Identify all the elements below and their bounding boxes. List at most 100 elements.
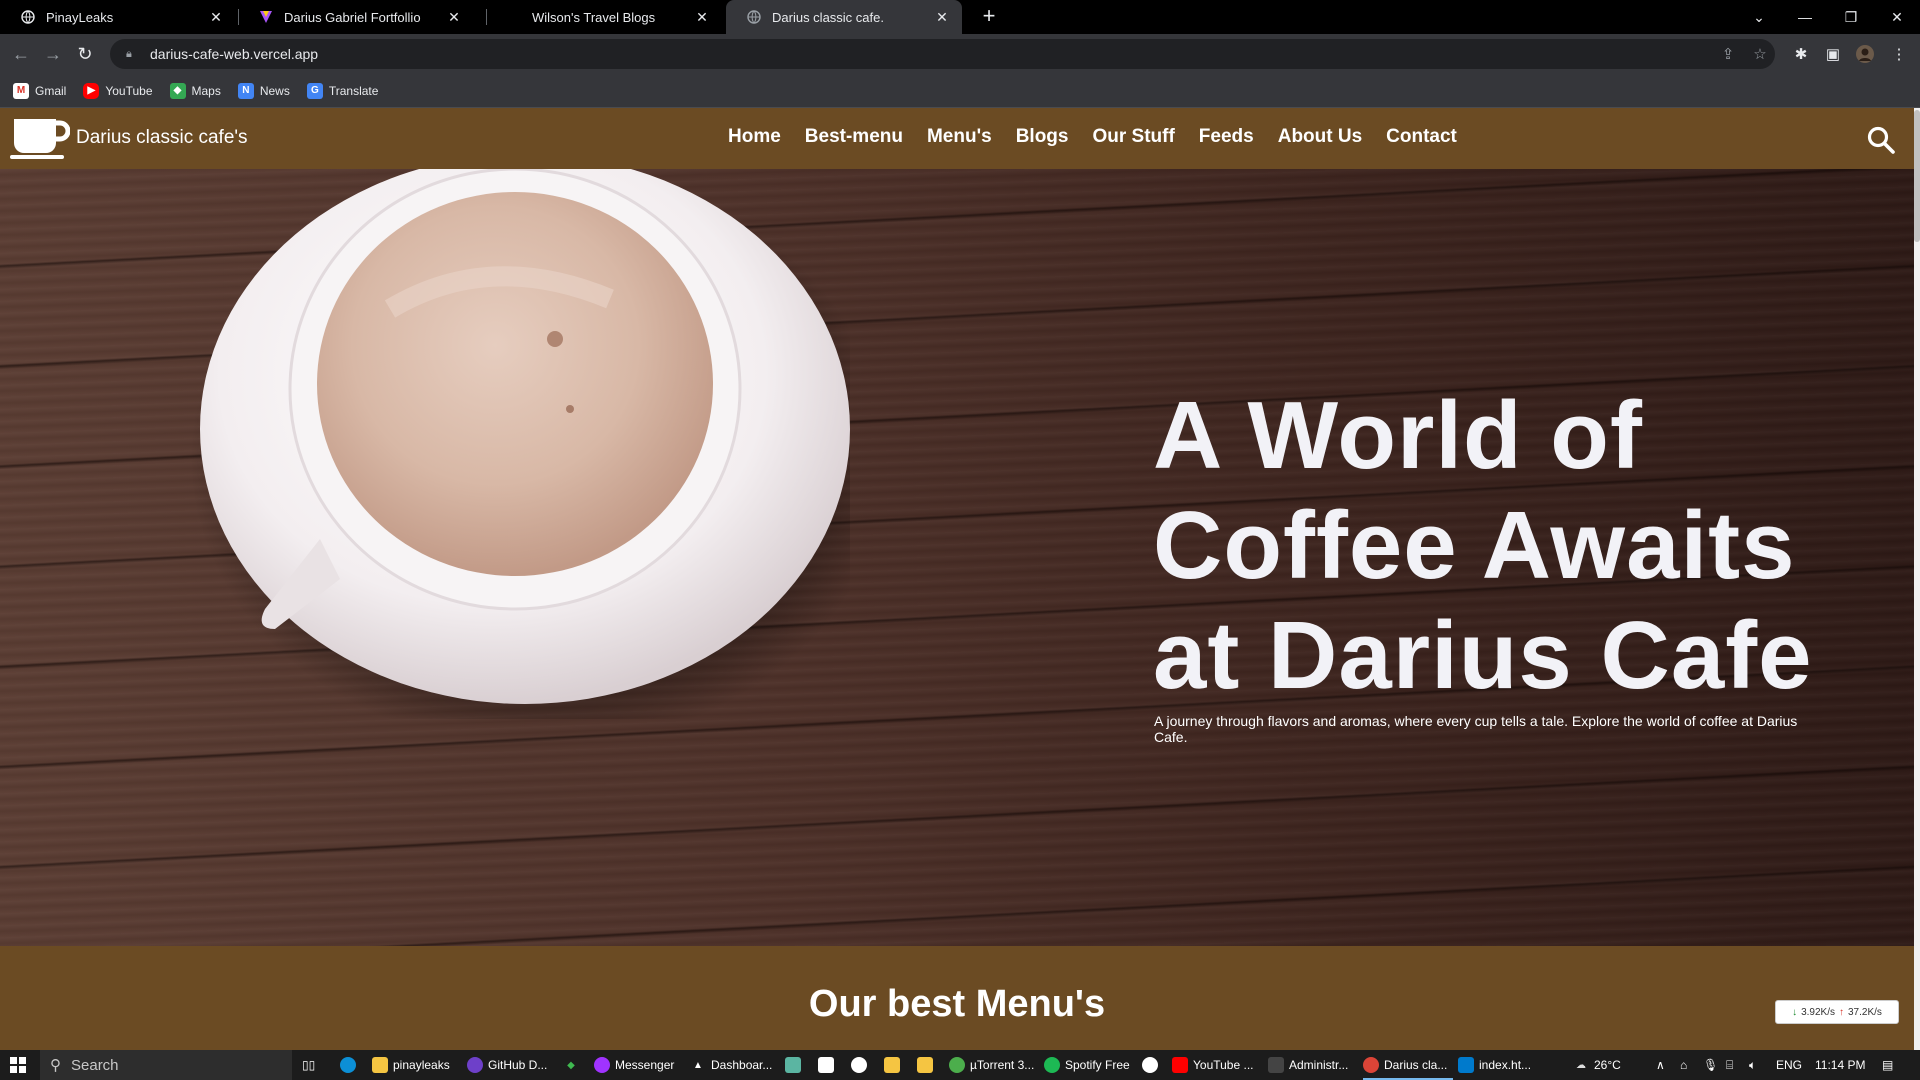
nav-contact[interactable]: Contact xyxy=(1386,126,1457,148)
taskbar-search[interactable]: ⚲ Search xyxy=(40,1050,292,1080)
close-window-icon[interactable]: ✕ xyxy=(1874,0,1920,34)
file-icon[interactable] xyxy=(917,1050,938,1080)
minimize-icon[interactable]: — xyxy=(1782,0,1828,34)
close-icon[interactable]: ✕ xyxy=(934,9,950,26)
taskbar-label: YouTube ... xyxy=(1193,1058,1254,1072)
taskbar-item-dashboard[interactable]: ▲ Dashboar... xyxy=(690,1050,772,1080)
nav-blogs[interactable]: Blogs xyxy=(1016,126,1069,148)
download-speed: 3.92K/s xyxy=(1801,1006,1835,1018)
bookmark-youtube[interactable]: ▶ YouTube xyxy=(83,82,153,99)
close-icon[interactable]: ✕ xyxy=(694,9,710,26)
back-icon[interactable]: ← xyxy=(7,40,35,68)
messenger-icon xyxy=(594,1057,610,1073)
web-page: Darius classic cafe's Home Best-menu Men… xyxy=(0,108,1914,1050)
maps-icon: ◆ xyxy=(169,82,186,99)
globe-icon xyxy=(746,9,762,25)
bookmark-translate[interactable]: G Translate xyxy=(306,82,378,99)
tab-title: Darius Gabriel Fortfollio xyxy=(284,9,421,25)
task-view-icon[interactable]: ▯▯ xyxy=(302,1050,315,1080)
file-icon[interactable] xyxy=(884,1050,905,1080)
tab-portfolio[interactable]: Darius Gabriel Fortfollio ✕ xyxy=(238,0,474,34)
weather-widget[interactable]: ☁ 26°C xyxy=(1573,1050,1621,1080)
hero-title-line: at Darius Cafe xyxy=(1153,602,1813,709)
bookmarks-bar: M Gmail ▶ YouTube ◆ Maps N News G Transl… xyxy=(0,74,1920,108)
taskbar-item-pinayleaks[interactable]: pinayleaks xyxy=(372,1050,450,1080)
github-icon[interactable] xyxy=(851,1050,872,1080)
nav-menus[interactable]: Menu's xyxy=(927,126,992,148)
side-panel-icon[interactable]: ▣ xyxy=(1819,40,1847,68)
network-icon[interactable]: ⌸ xyxy=(1726,1050,1733,1080)
bookmark-maps[interactable]: ◆ Maps xyxy=(169,82,221,99)
scrollbar-thumb[interactable] xyxy=(1914,110,1920,242)
youtube-icon: ▶ xyxy=(83,82,100,99)
tab-title: PinayLeaks xyxy=(46,9,114,25)
tray-overflow-icon[interactable]: ∧ xyxy=(1656,1050,1665,1080)
close-icon[interactable]: ✕ xyxy=(208,9,224,26)
edge-icon[interactable] xyxy=(340,1050,361,1080)
volume-icon[interactable]: 🔈︎ xyxy=(1749,1050,1756,1080)
tab-search-icon[interactable]: ⌄ xyxy=(1736,0,1782,34)
gmail-icon: M xyxy=(13,82,29,99)
upload-speed: 37.2K/s xyxy=(1848,1006,1882,1018)
meet-now-icon[interactable]: ⌂ xyxy=(1680,1050,1687,1080)
app-icon[interactable] xyxy=(785,1050,806,1080)
vercel-triangle-icon: ▲ xyxy=(693,1059,703,1071)
site-navbar: Darius classic cafe's Home Best-menu Men… xyxy=(0,108,1914,169)
bookmark-gmail[interactable]: M Gmail xyxy=(13,82,66,99)
share-icon[interactable]: ⇪ xyxy=(1714,39,1742,69)
upload-arrow-icon: ↑ xyxy=(1839,1006,1844,1018)
close-icon[interactable]: ✕ xyxy=(446,9,462,26)
tab-travel-blogs[interactable]: Wilson's Travel Blogs ✕ xyxy=(486,0,722,34)
taskbar-item-utorrent[interactable]: µTorrent 3... xyxy=(949,1050,1034,1080)
restore-icon[interactable]: ❐ xyxy=(1828,0,1874,34)
terminal-icon xyxy=(1268,1057,1284,1073)
git-icon[interactable]: ◆ xyxy=(563,1050,584,1080)
forward-icon[interactable]: → xyxy=(39,40,67,68)
coffee-cup-logo-icon[interactable] xyxy=(10,117,71,159)
bookmark-star-icon[interactable]: ☆ xyxy=(1746,39,1774,69)
address-bar[interactable]: 🔒︎ darius-cafe-web.vercel.app ⇪ ☆ xyxy=(110,39,1775,69)
windows-taskbar: ⚲ Search ▯▯ pinayleaks GitHub D... ◆ Mes… xyxy=(0,1050,1920,1080)
taskbar-item-vscode[interactable]: index.ht... xyxy=(1458,1050,1531,1080)
nav-about-us[interactable]: About Us xyxy=(1278,126,1362,148)
microphone-icon[interactable]: 🎙︎ xyxy=(1703,1050,1718,1080)
tab-pinayleaks[interactable]: PinayLeaks ✕ xyxy=(0,0,236,34)
windows-start-icon[interactable] xyxy=(10,1050,26,1080)
nav-home[interactable]: Home xyxy=(728,126,781,148)
nav-best-menu[interactable]: Best-menu xyxy=(805,126,903,148)
youtube-icon xyxy=(1172,1057,1188,1073)
site-brand[interactable]: Darius classic cafe's xyxy=(76,127,248,149)
taskbar-item-spotify[interactable]: Spotify Free xyxy=(1044,1050,1130,1080)
taskbar-label: Darius cla... xyxy=(1384,1058,1448,1072)
bookmark-news[interactable]: N News xyxy=(237,82,290,99)
taskbar-item-administrator[interactable]: Administr... xyxy=(1268,1050,1348,1080)
language-indicator[interactable]: ENG xyxy=(1776,1050,1802,1080)
taskbar-item-github[interactable]: GitHub D... xyxy=(467,1050,547,1080)
notes-icon[interactable] xyxy=(818,1050,839,1080)
page-scrollbar[interactable] xyxy=(1914,108,1920,1050)
search-icon[interactable] xyxy=(1866,125,1896,155)
utorrent-icon xyxy=(949,1057,965,1073)
nav-feeds[interactable]: Feeds xyxy=(1199,126,1254,148)
taskbar-item-messenger[interactable]: Messenger xyxy=(594,1050,674,1080)
clock[interactable]: 11:14 PM xyxy=(1815,1050,1865,1080)
vercel-icon xyxy=(258,9,274,25)
new-tab-button[interactable]: + xyxy=(976,4,1002,30)
reload-icon[interactable]: ↻ xyxy=(71,40,99,68)
menu-kebab-icon[interactable]: ⋮ xyxy=(1885,40,1913,68)
taskbar-item-youtube[interactable]: YouTube ... xyxy=(1172,1050,1254,1080)
spotify-icon xyxy=(1044,1057,1060,1073)
url-text: darius-cafe-web.vercel.app xyxy=(150,46,319,62)
notifications-icon[interactable]: ▤ xyxy=(1882,1050,1893,1080)
tab-darius-cafe[interactable]: Darius classic cafe. ✕ xyxy=(726,0,962,34)
taskbar-item-chrome[interactable]: Darius cla... xyxy=(1363,1050,1447,1080)
nav-our-stuff[interactable]: Our Stuff xyxy=(1092,126,1174,148)
best-menu-heading: Our best Menu's xyxy=(808,983,1106,1025)
taskbar-label: index.ht... xyxy=(1479,1058,1532,1072)
translate-icon: G xyxy=(306,82,323,99)
hero-title-line: Coffee Awaits xyxy=(1153,492,1796,599)
weather-cloud-icon: ☁ xyxy=(1576,1059,1586,1071)
help-icon[interactable] xyxy=(1142,1050,1163,1080)
avatar[interactable] xyxy=(1851,40,1879,68)
extensions-icon[interactable]: ✱ xyxy=(1787,40,1815,68)
